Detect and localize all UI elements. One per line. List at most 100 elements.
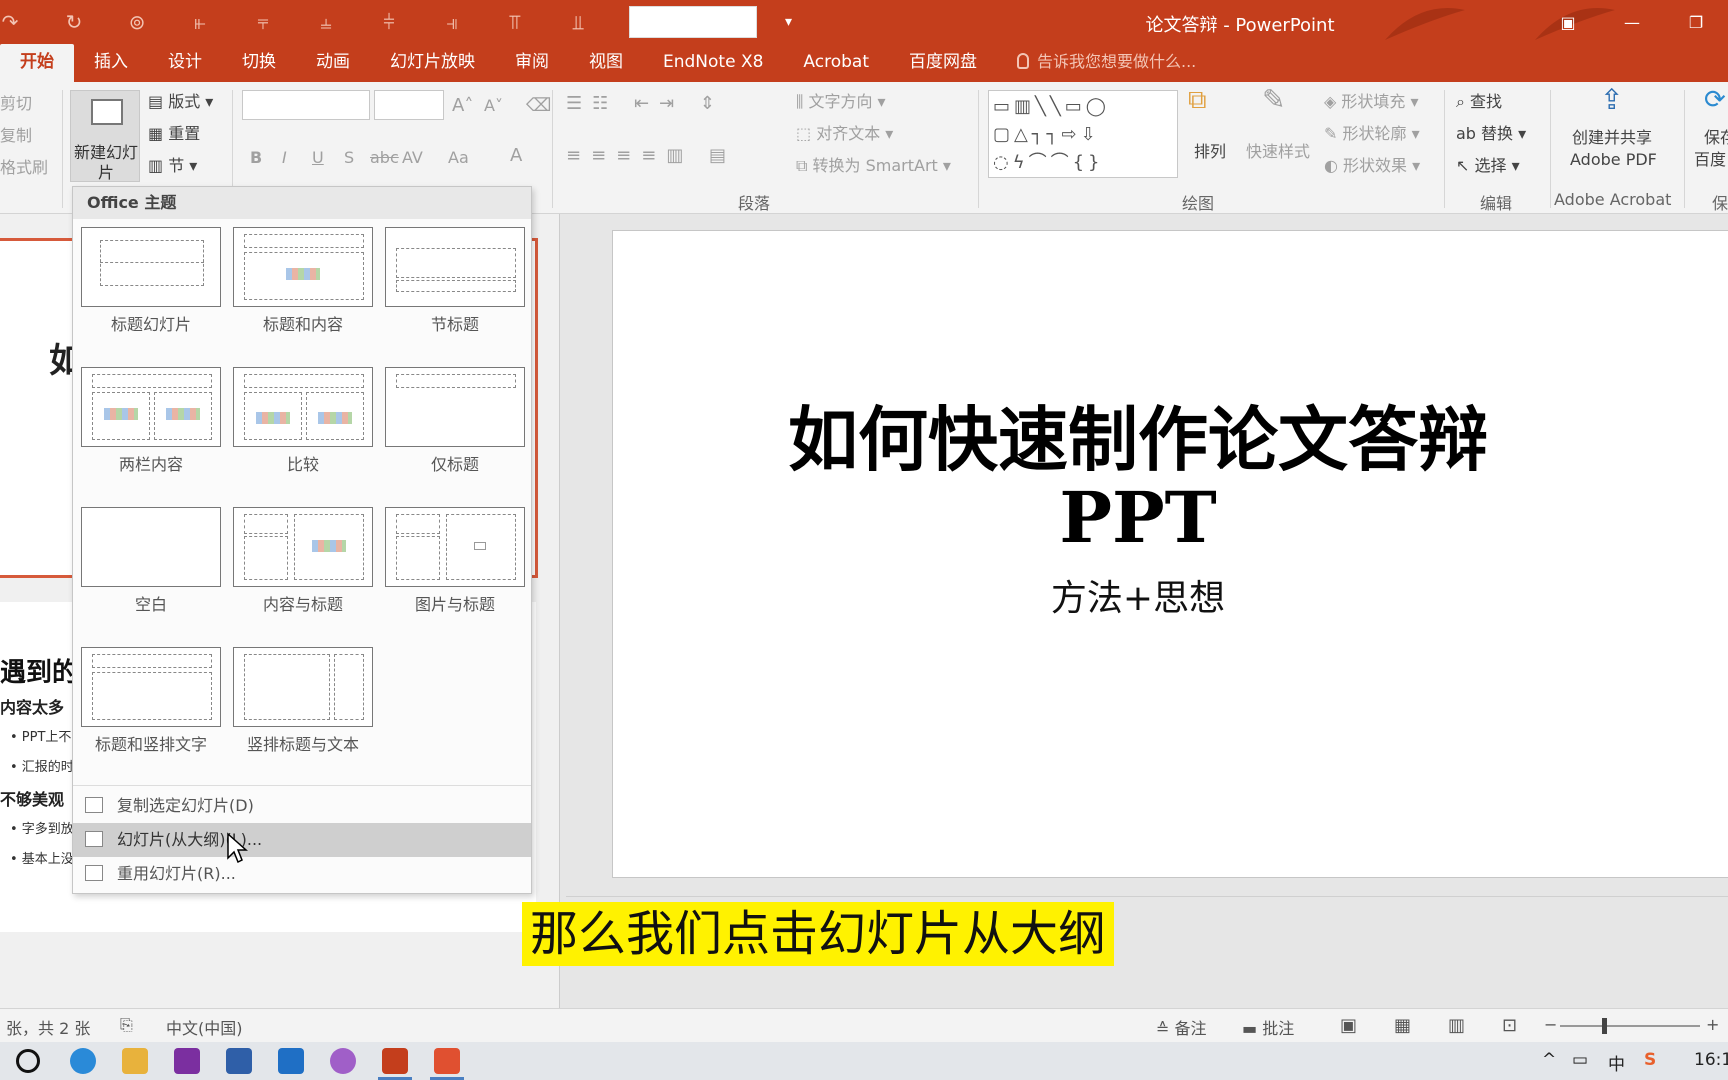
font-size-input[interactable] <box>374 90 444 120</box>
layout-title-only[interactable]: 仅标题 <box>385 367 525 475</box>
layout-comparison[interactable]: 比较 <box>233 367 373 475</box>
select-button[interactable]: ↖ 选择 ▾ <box>1456 156 1520 176</box>
recorder-icon[interactable] <box>430 1048 464 1080</box>
shape-effects-button[interactable]: ◐ 形状效果 ▾ <box>1324 156 1420 176</box>
qat-font-combo[interactable] <box>629 6 757 38</box>
layout-title-slide[interactable]: 标题幻灯片 <box>81 227 221 335</box>
underline-button[interactable]: U <box>312 148 324 168</box>
onenote-icon[interactable] <box>174 1048 200 1074</box>
font-color-button[interactable]: A <box>510 146 522 166</box>
tab-review[interactable]: 审阅 <box>495 44 569 82</box>
ime-indicator[interactable]: 中 <box>1608 1050 1625 1075</box>
comments-button[interactable]: ▬ 批注 <box>1242 1015 1294 1039</box>
layout-blank[interactable]: 空白 <box>81 507 221 615</box>
shape-outline-button[interactable]: ✎ 形状轮廓 ▾ <box>1324 124 1420 144</box>
tab-home[interactable]: 开始 <box>0 44 74 82</box>
tab-view[interactable]: 视图 <box>569 44 643 82</box>
copy-button[interactable]: 复制 <box>0 126 32 146</box>
list-buttons[interactable]: ☰☷ ⇤⇥ ⇕ <box>566 94 725 114</box>
zoom-in-icon[interactable]: + <box>1706 1015 1719 1034</box>
clock[interactable]: 16:1 <box>1694 1050 1728 1070</box>
reading-view-icon[interactable]: ▥ <box>1448 1015 1465 1036</box>
reset-button[interactable]: ▦ 重置 <box>148 124 200 144</box>
tab-acrobat[interactable]: Acrobat <box>783 44 889 82</box>
align-center-icon[interactable]: ⫨ <box>308 7 344 37</box>
format-painter-button[interactable]: 格式刷 <box>0 158 48 178</box>
shrink-font-icon[interactable]: A˅ <box>484 96 503 116</box>
slide-editor[interactable]: 如何快速制作论文答辩 PPT 方法+思想 <box>566 214 1728 1008</box>
reuse-slides-item[interactable]: 重用幻灯片(R)... <box>73 857 531 891</box>
strikethrough-button[interactable]: abc <box>370 148 399 168</box>
network-icon[interactable]: ▭ <box>1572 1050 1588 1070</box>
tray-chevron-icon[interactable]: ^ <box>1542 1050 1556 1070</box>
layout-vertical-title-text[interactable]: 竖排标题与文本 <box>233 647 373 755</box>
align-buttons[interactable]: ≡≡≡≡▥ ▤ <box>566 146 736 166</box>
create-pdf-line2[interactable]: Adobe PDF <box>1570 150 1657 170</box>
search-circle-icon[interactable] <box>16 1049 40 1073</box>
grow-font-icon[interactable]: A˄ <box>452 96 473 116</box>
present-icon[interactable]: ⊚ <box>119 7 155 37</box>
spell-check-icon[interactable]: ⎘ <box>120 1015 133 1035</box>
normal-view-icon[interactable]: ▣ <box>1340 1015 1357 1036</box>
app-icon[interactable] <box>330 1048 356 1074</box>
distribute-icon[interactable]: ⫫ <box>560 7 596 37</box>
tab-slideshow[interactable]: 幻灯片放映 <box>370 44 495 82</box>
zoom-out-icon[interactable]: − <box>1544 1015 1557 1034</box>
tab-animations[interactable]: 动画 <box>296 44 370 82</box>
edge-icon[interactable] <box>70 1048 96 1074</box>
char-spacing-button[interactable]: AV <box>402 148 423 168</box>
sogou-icon[interactable]: S <box>1644 1050 1656 1070</box>
minimize-icon[interactable]: — <box>1600 13 1664 32</box>
slide-title[interactable]: 如何快速制作论文答辩 PPT <box>613 401 1663 557</box>
create-pdf-line1[interactable]: 创建并共享 <box>1572 128 1652 148</box>
tab-insert[interactable]: 插入 <box>74 44 148 82</box>
outlook-icon[interactable] <box>278 1048 304 1074</box>
ribbon-display-icon[interactable]: ▣ <box>1536 13 1600 32</box>
shadow-button[interactable]: S <box>344 148 354 168</box>
arrange-button[interactable]: 排列 <box>1194 142 1226 162</box>
bold-button[interactable]: B <box>250 148 262 168</box>
redo-icon[interactable]: ↷ <box>0 7 20 37</box>
font-name-input[interactable] <box>242 90 370 120</box>
tab-design[interactable]: 设计 <box>148 44 222 82</box>
cut-button[interactable]: 剪切 <box>0 94 32 114</box>
baidu-save-line2[interactable]: 百度 <box>1694 150 1726 170</box>
align-top-icon[interactable]: ⫧ <box>245 7 281 37</box>
text-direction-button[interactable]: ⫼ 文字方向 ▾ <box>796 92 886 112</box>
align-left-icon[interactable]: ⫦ <box>182 7 218 37</box>
section-button[interactable]: ▥ 节 ▾ <box>148 156 197 176</box>
replace-button[interactable]: ab 替换 ▾ <box>1456 124 1526 144</box>
slide-sorter-icon[interactable]: ▦ <box>1394 1015 1411 1036</box>
powerpoint-icon[interactable] <box>378 1048 412 1080</box>
layout-content-caption[interactable]: 内容与标题 <box>233 507 373 615</box>
layout-section-header[interactable]: 节标题 <box>385 227 525 335</box>
current-slide[interactable]: 如何快速制作论文答辩 PPT 方法+思想 <box>612 230 1728 878</box>
slides-from-outline-item[interactable]: 幻灯片(从大纲)(L)... <box>73 823 531 857</box>
align-right-icon[interactable]: ⫣ <box>434 7 470 37</box>
change-case-button[interactable]: Aa <box>448 148 469 168</box>
notes-button[interactable]: ≙ 备注 <box>1156 1015 1207 1039</box>
restore-icon[interactable]: ❐ <box>1664 13 1728 32</box>
slideshow-view-icon[interactable]: ⊡ <box>1502 1015 1517 1036</box>
zoom-slider[interactable] <box>1560 1018 1700 1034</box>
baidu-save-line1[interactable]: 保存 <box>1704 128 1728 148</box>
new-slide-button[interactable]: 新建幻灯片 <box>70 90 140 182</box>
tab-endnote[interactable]: EndNote X8 <box>643 44 783 82</box>
italic-button[interactable]: I <box>282 148 287 168</box>
layout-picture-caption[interactable]: 图片与标题 <box>385 507 525 615</box>
find-button[interactable]: ⌕ 查找 <box>1456 92 1502 112</box>
file-explorer-icon[interactable] <box>122 1048 148 1074</box>
language-status[interactable]: 中文(中国) <box>166 1015 243 1039</box>
zoom-slider-thumb[interactable] <box>1602 1018 1607 1034</box>
align-bottom-icon[interactable]: ⫪ <box>497 7 533 37</box>
convert-smartart-button[interactable]: ⧉ 转换为 SmartArt ▾ <box>796 156 951 176</box>
endnote-icon[interactable] <box>226 1048 252 1074</box>
shape-fill-button[interactable]: ◈ 形状填充 ▾ <box>1324 92 1419 112</box>
tab-baidu[interactable]: 百度网盘 <box>889 44 997 82</box>
duplicate-slide-item[interactable]: 复制选定幻灯片(D) <box>73 789 531 823</box>
customize-qat-icon[interactable]: ▾ <box>785 14 792 30</box>
align-middle-icon[interactable]: ⫩ <box>371 7 407 37</box>
refresh-icon[interactable]: ↻ <box>56 7 92 37</box>
layout-title-vertical-text[interactable]: 标题和竖排文字 <box>81 647 221 755</box>
align-text-button[interactable]: ⬚ 对齐文本 ▾ <box>796 124 893 144</box>
